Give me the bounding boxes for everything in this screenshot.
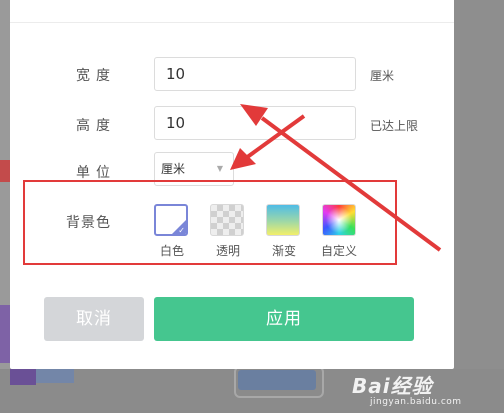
annotation-arrow	[260, 116, 442, 252]
watermark-logo: Bai经验	[352, 374, 433, 398]
arrow-head-icon	[240, 104, 268, 126]
annotation-arrows	[230, 104, 442, 252]
watermark-url: jingyan.baidu.com	[370, 397, 462, 407]
watermark: Bai经验 jingyan.baidu.com	[352, 370, 502, 410]
